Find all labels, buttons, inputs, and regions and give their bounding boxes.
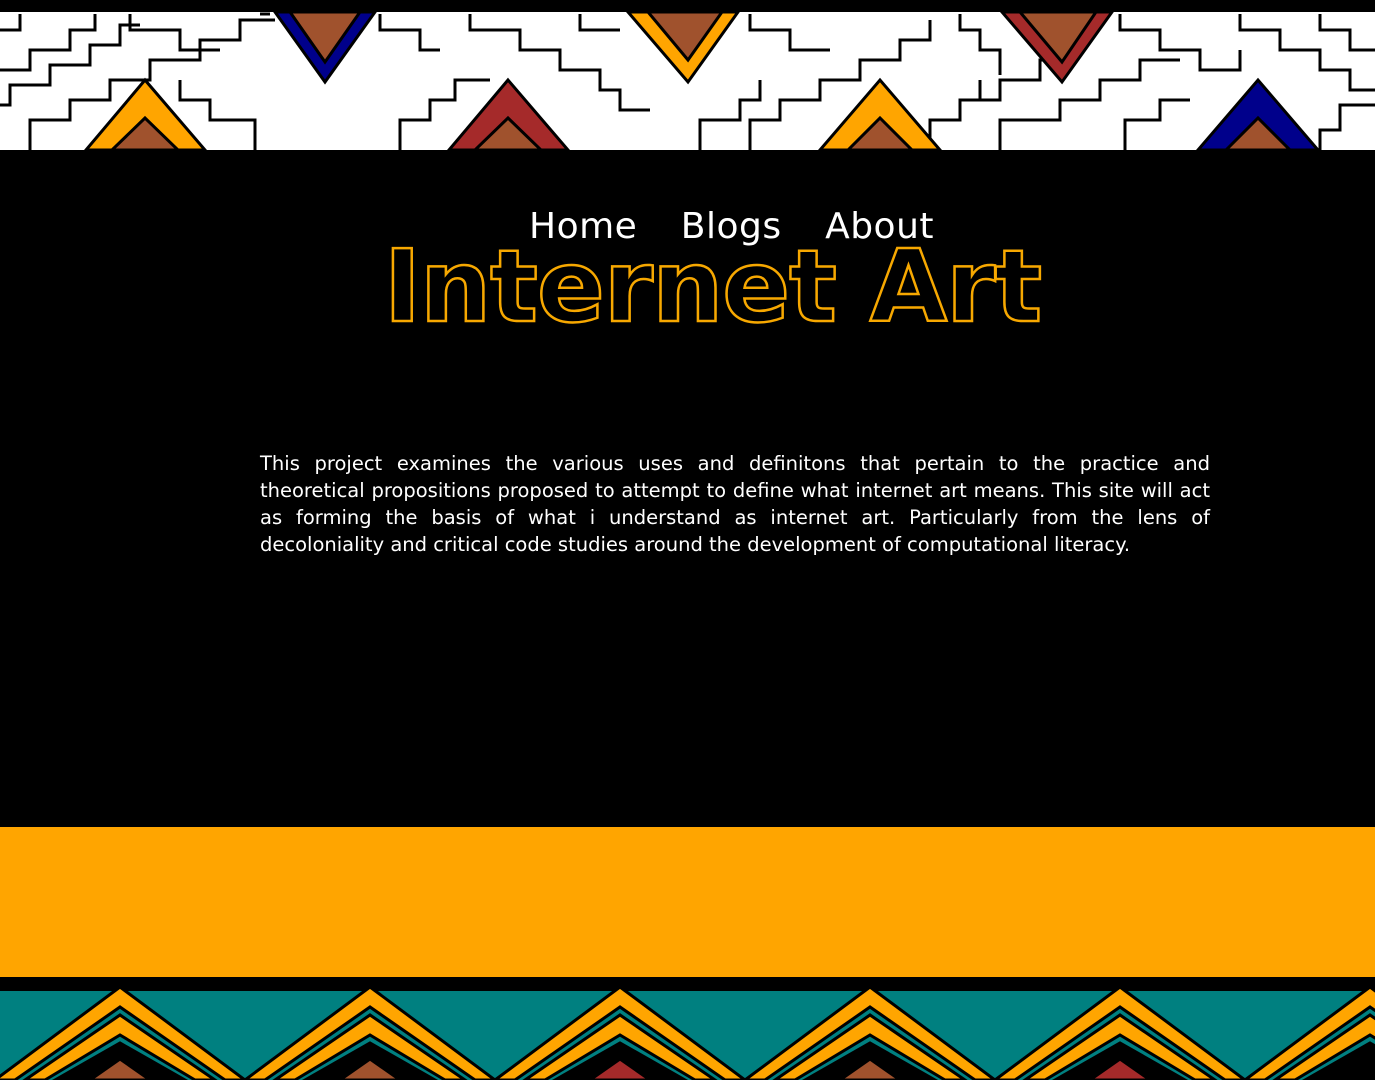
site-title: Internet Art [383,228,1044,345]
top-pattern-band [0,0,1375,150]
orange-band [0,827,1375,977]
page: Home Blogs About Internet Art This proje… [0,0,1375,1080]
intro-paragraph: This project examines the various uses a… [260,452,1210,556]
ndebele-pattern-top [0,0,1375,150]
ndebele-pattern-bottom [0,977,1375,1080]
bottom-pattern-band [0,977,1375,1080]
